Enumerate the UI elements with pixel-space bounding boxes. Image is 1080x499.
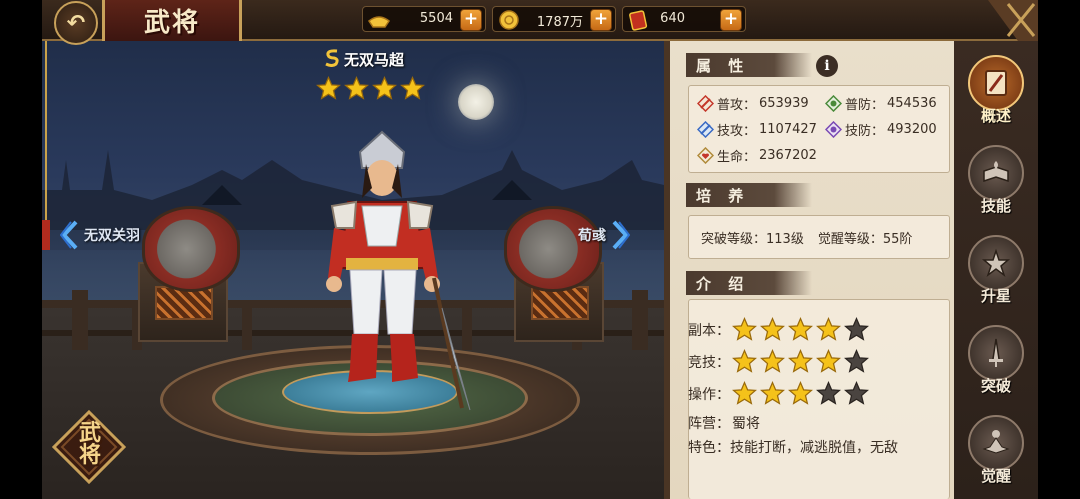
health-icon bbox=[697, 147, 714, 164]
star-up-icon bbox=[981, 248, 1011, 278]
stat-normal-attack: 普攻： 653939 bbox=[697, 94, 809, 113]
wujiang-emblem-label: 武将 bbox=[78, 420, 101, 468]
breakthrough-sword-icon bbox=[989, 338, 1003, 367]
filled-star-icon bbox=[732, 381, 757, 405]
rating-arena: 竞技： bbox=[688, 349, 872, 374]
moon bbox=[458, 84, 494, 120]
title-plate: 武将 bbox=[102, 0, 242, 41]
skill-attack-icon bbox=[697, 121, 714, 138]
tab-skills[interactable]: 技能 bbox=[966, 145, 1026, 223]
filled-star-icon bbox=[788, 349, 813, 373]
prev-hero-name: 无双关羽 bbox=[84, 228, 140, 244]
feature-value: 技能打断，减逃脱值，无敌 bbox=[730, 440, 898, 456]
add-gold-ingot-button[interactable]: + bbox=[460, 9, 482, 31]
filled-star-icon bbox=[760, 381, 785, 405]
gold-ingot-value: 5504 bbox=[419, 11, 453, 26]
stat-health: 生命： 2367202 bbox=[697, 146, 817, 165]
filled-star-icon bbox=[732, 349, 757, 373]
stat-skill-attack: 技攻： 1107427 bbox=[697, 120, 817, 139]
add-coin-button[interactable]: + bbox=[590, 9, 612, 31]
filled-star-icon bbox=[816, 317, 841, 341]
hanging-rope-ornament bbox=[42, 40, 50, 250]
chevron-left-icon bbox=[60, 220, 78, 250]
tab-star-up[interactable]: 升星 bbox=[966, 235, 1026, 313]
filled-star-icon bbox=[816, 349, 841, 373]
normal-defense-icon bbox=[825, 95, 842, 112]
filled-star-icon bbox=[760, 349, 785, 373]
right-letterbox bbox=[1038, 0, 1080, 499]
hero-star-icon bbox=[316, 76, 341, 100]
side-tabs: 概述 技能 升星 突破 觉醒 bbox=[954, 41, 1038, 499]
empty-star-icon bbox=[816, 381, 841, 405]
normal-attack-icon bbox=[697, 95, 714, 112]
back-arrow-icon: ↶ bbox=[66, 10, 86, 36]
training-heading: 培 养 bbox=[686, 183, 812, 207]
next-hero-name: 荀彧 bbox=[578, 228, 606, 244]
scroll-ticket-counter: 640 + bbox=[622, 6, 746, 32]
empty-star-icon bbox=[844, 349, 869, 373]
training-levels: 突破等级：113级 觉醒等级：55阶 bbox=[701, 228, 916, 247]
next-hero-button[interactable]: 荀彧 bbox=[578, 220, 630, 250]
rating-dungeon: 副本： bbox=[688, 317, 872, 342]
awaken-value: 55阶 bbox=[882, 232, 913, 247]
info-icon[interactable]: i bbox=[816, 55, 838, 77]
attributes-heading: 属 性 bbox=[686, 53, 812, 77]
skill-book-icon bbox=[983, 161, 1009, 183]
hero-star-icon bbox=[344, 76, 369, 100]
faction-row: 阵营： 蜀将 bbox=[688, 413, 760, 433]
training-box: 突破等级：113级 觉醒等级：55阶 bbox=[688, 215, 950, 259]
empty-star-icon bbox=[844, 381, 869, 405]
hero-star-icon bbox=[400, 76, 425, 100]
attributes-box: 普攻： 653939 普防： 454536 技攻： 1107427 技防： 493200… bbox=[688, 85, 950, 173]
page-title: 武将 bbox=[143, 8, 200, 38]
empty-star-icon bbox=[844, 317, 869, 341]
faction-value: 蜀将 bbox=[732, 416, 760, 432]
scroll-ticket-value: 640 bbox=[660, 11, 685, 26]
hero-star-rating bbox=[316, 76, 425, 101]
awaken-label: 觉醒等级： bbox=[817, 232, 883, 247]
gold-ingot-counter: 5504 + bbox=[362, 6, 486, 32]
hero-info-panel: 属 性 i 普攻： 653939 普防： 454536 技攻： 1107427 技防：… bbox=[664, 41, 954, 499]
hero-rank-s-icon bbox=[325, 49, 339, 67]
hero-star-icon bbox=[372, 76, 397, 100]
stat-normal-defense: 普防： 454536 bbox=[825, 94, 937, 113]
stat-skill-defense: 技防： 493200 bbox=[825, 120, 937, 139]
filled-star-icon bbox=[760, 317, 785, 341]
rating-operation: 操作： bbox=[688, 381, 872, 406]
filled-star-icon bbox=[788, 317, 813, 341]
intro-heading: 介 绍 bbox=[686, 271, 812, 295]
faction-label: 阵营： bbox=[688, 416, 730, 432]
left-letterbox bbox=[0, 0, 42, 499]
coin-counter: 1787万 + bbox=[492, 6, 616, 32]
tab-overview[interactable]: 概述 bbox=[966, 55, 1026, 133]
hero-figure[interactable] bbox=[292, 128, 472, 418]
filled-star-icon bbox=[788, 381, 813, 405]
breakthrough-value: 113级 bbox=[766, 232, 804, 247]
chevron-right-icon bbox=[612, 220, 630, 250]
tab-breakthrough[interactable]: 突破 bbox=[966, 325, 1026, 403]
overview-scroll-icon bbox=[985, 70, 1007, 96]
war-drum-left bbox=[142, 206, 240, 292]
prev-hero-button[interactable]: 无双关羽 bbox=[60, 220, 140, 250]
coin-value: 1787万 bbox=[536, 15, 583, 30]
add-scroll-ticket-button[interactable]: + bbox=[720, 9, 742, 31]
breakthrough-label: 突破等级： bbox=[701, 232, 767, 247]
tab-awaken[interactable]: 觉醒 bbox=[966, 415, 1026, 493]
corner-ornament bbox=[988, 0, 1038, 41]
skill-defense-icon bbox=[825, 121, 842, 138]
back-button[interactable]: ↶ bbox=[54, 1, 98, 45]
feature-row: 特色： 技能打断，减逃脱值，无敌 bbox=[688, 439, 928, 458]
awaken-meditate-icon bbox=[982, 430, 1010, 454]
filled-star-icon bbox=[732, 317, 757, 341]
feature-label: 特色： bbox=[688, 440, 730, 456]
hero-name: 无双马超 bbox=[344, 51, 405, 69]
